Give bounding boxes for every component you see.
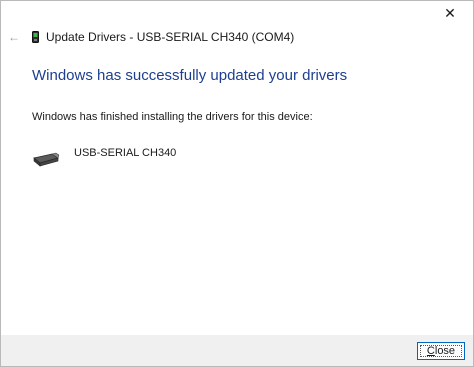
wizard-header: ← Update Drivers - USB-SERIAL CH340 (COM… <box>1 28 473 48</box>
usb-device-icon <box>32 31 39 43</box>
update-drivers-window: ✕ ← Update Drivers - USB-SERIAL CH340 (C… <box>0 0 474 367</box>
close-button-label: Close <box>426 345 456 357</box>
back-arrow-icon[interactable]: ← <box>8 28 22 46</box>
title-bar: ✕ <box>1 1 473 25</box>
close-button[interactable]: Close <box>417 342 465 360</box>
status-message: Windows has finished installing the driv… <box>32 111 313 123</box>
page-heading: Windows has successfully updated your dr… <box>32 67 348 84</box>
close-icon[interactable]: ✕ <box>427 1 473 25</box>
serial-adapter-icon <box>33 152 60 167</box>
wizard-title: Update Drivers - USB-SERIAL CH340 (COM4) <box>46 30 295 44</box>
dialog-footer: Close <box>1 335 473 366</box>
device-name: USB-SERIAL CH340 <box>74 147 177 159</box>
